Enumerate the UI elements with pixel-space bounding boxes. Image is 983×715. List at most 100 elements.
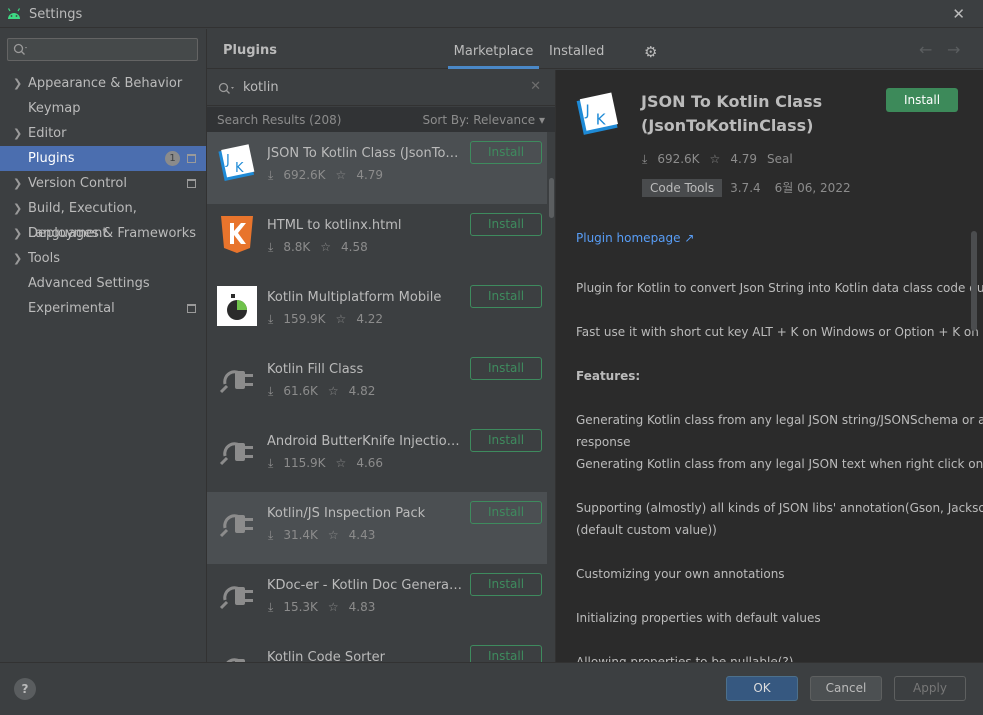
settings-search-input[interactable] [7,38,198,61]
plugin-name: Kotlin/JS Inspection Pack [267,506,426,521]
chevron-right-icon: ❯ [13,127,23,140]
feature-text: Generating Kotlin class from any legal J… [576,413,983,427]
svg-text:J: J [584,101,589,119]
chevron-right-icon: ❯ [13,177,23,190]
download-icon: ⤓ [268,600,274,614]
chevron-down-icon: ▾ [538,113,545,127]
plugin-rating: 4.83 [348,600,376,614]
star-icon: ☆ [335,312,347,326]
list-item[interactable]: JK JSON To Kotlin Class (JsonToKotlinCla… [207,132,547,204]
install-button[interactable]: Install [470,285,542,308]
sidebar-item-label: Plugins [28,151,75,166]
star-icon: ☆ [335,456,347,470]
list-item[interactable]: HTML to kotlinx.html ⤓ 8.8K ☆ 4.58 Install [207,204,547,276]
description-text: Plugin for Kotlin to convert Json String… [576,281,983,295]
download-icon: ⤓ [268,456,274,470]
list-scrollbar[interactable] [549,178,554,218]
apply-button[interactable]: Apply [894,676,966,701]
plugin-search-input[interactable]: kotlin [243,80,279,95]
plugin-meta: ⤓ 8.8K ☆ 4.58 [268,240,378,255]
sidebar-item-label: Tools [28,251,61,266]
plugin-meta: ⤓ 15.3K ☆ 4.83 [268,600,385,615]
install-button[interactable]: Install [470,357,542,380]
tab-marketplace[interactable]: Marketplace [448,29,539,69]
category-tag[interactable]: Code Tools [642,179,723,197]
detail-scrollbar[interactable] [971,231,977,331]
sidebar-item-editor[interactable]: ❯ Editor [0,121,206,146]
plugin-name: JSON To Kotlin Class (JsonToKotlinClass) [267,146,465,161]
help-button[interactable]: ? [14,678,36,700]
plugin-vendor[interactable]: Seal [767,152,793,166]
results-count: Search Results (208) [217,113,342,127]
project-level-icon [187,179,196,188]
plugin-search[interactable]: kotlin ✕ [207,70,555,106]
download-icon: ⤓ [642,152,648,166]
svg-text:J: J [225,153,230,168]
plugin-downloads: 61.6K [283,384,318,398]
plug-icon [219,370,253,394]
feature-text: Generating Kotlin class from any legal J… [576,457,983,471]
feature-text: response [576,435,631,449]
sidebar-item-label: Languages & Frameworks [28,226,197,241]
close-icon[interactable]: ✕ [952,5,965,23]
forward-arrow-icon[interactable]: → [947,40,960,59]
plugins-header: Plugins Marketplace Installed1 ⚙ ← → [207,29,983,106]
sidebar-item-tools[interactable]: ❯ Tools [0,246,206,271]
list-item[interactable]: Kotlin Multiplatform Mobile ⤓ 159.9K ☆ 4.22… [207,276,547,348]
install-button[interactable]: Install [470,573,542,596]
install-button[interactable]: Install [470,213,542,236]
list-item[interactable]: Kotlin Fill Class ⤓ 61.6K ☆ 4.82 Install [207,348,547,420]
plugin-rating: 4.79 [730,152,758,166]
plugin-meta: ⤓ 115.9K ☆ 4.66 [268,456,393,471]
chevron-right-icon: ❯ [13,227,23,240]
chevron-right-icon: ❯ [13,77,23,90]
sidebar-item-experimental[interactable]: Experimental [0,296,206,321]
list-item[interactable]: Kotlin/JS Inspection Pack ⤓ 31.4K ☆ 4.43 In… [207,492,547,564]
download-icon: ⤓ [268,240,274,254]
tab-installed[interactable]: Installed1 [549,29,623,106]
list-item[interactable]: KDoc-er - Kotlin Doc Generator ⤓ 15.3K ☆ 4.… [207,564,547,636]
title-bar: Settings ✕ [0,0,983,28]
sidebar-item-plugins[interactable]: Plugins 1 [0,146,206,171]
ok-button[interactable]: OK [726,676,798,701]
plugin-name: Kotlin Fill Class [267,362,364,377]
sidebar-item-label: Experimental [28,301,115,316]
plug-icon [219,586,253,610]
sidebar-item-build[interactable]: ❯ Build, Execution, Deployment [0,196,206,241]
plugin-meta: ⤓ 692.6K ☆ 4.79 [268,168,393,183]
install-button[interactable]: Install [886,88,958,112]
project-level-icon [187,304,196,313]
plugin-downloads: 115.9K [283,456,326,470]
plugin-meta: ⤓ 61.6K ☆ 4.82 [268,384,385,399]
list-item[interactable]: Kotlin Code Sorter Install [207,636,547,662]
settings-nav: ❯ Appearance & Behavior Keymap ❯ Editor Pl… [0,71,206,321]
clear-icon[interactable]: ✕ [530,79,541,94]
star-icon: ☆ [327,600,339,614]
sidebar-item-advanced[interactable]: Advanced Settings [0,271,206,296]
feature-text: Allowing properties to be nullable(?) [576,655,794,662]
plugin-downloads: 159.9K [283,312,326,326]
sidebar-item-languages[interactable]: ❯ Languages & Frameworks [0,221,206,246]
plugin-meta: ⤓ 31.4K ☆ 4.43 [268,528,385,543]
sidebar-item-keymap[interactable]: Keymap [0,96,206,121]
list-item[interactable]: Android ButterKnife Injections (Kotlin) … [207,420,547,492]
plugin-detail-title: JSON To Kotlin Class (JsonToKotlinClass) [641,92,823,135]
sidebar-item-appearance[interactable]: ❯ Appearance & Behavior [0,71,206,96]
install-button[interactable]: Install [470,501,542,524]
install-button[interactable]: Install [470,141,542,164]
plugin-rating: 4.66 [356,456,384,470]
install-button[interactable]: Install [470,645,542,662]
sidebar-item-version-control[interactable]: ❯ Version Control [0,171,206,196]
gear-icon[interactable]: ⚙ [644,43,657,61]
plugin-homepage-link[interactable]: Plugin homepage ↗ [576,231,694,245]
plugin-name: HTML to kotlinx.html [267,218,402,233]
back-arrow-icon[interactable]: ← [919,40,932,59]
sort-dropdown[interactable]: Sort By: Relevance ▾ [422,113,545,127]
install-button[interactable]: Install [470,429,542,452]
plugin-name: Kotlin Multiplatform Mobile [267,290,442,305]
description-text: Fast use it with short cut key ALT + K o… [576,325,983,339]
plugin-version: 3.7.4 [730,181,761,195]
plugin-rating: 4.22 [356,312,384,326]
search-icon [218,82,234,94]
cancel-button[interactable]: Cancel [810,676,882,701]
